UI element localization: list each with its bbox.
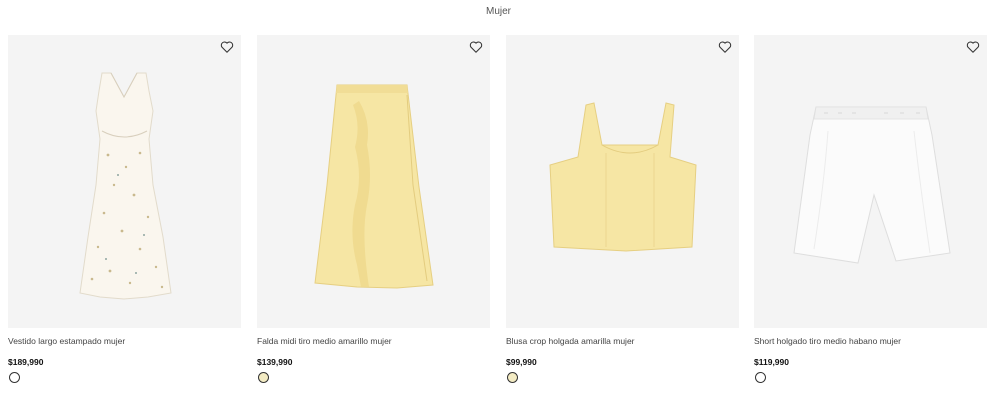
product-image[interactable] — [754, 35, 987, 328]
product-name[interactable]: Falda midi tiro medio amarillo mujer — [257, 336, 490, 346]
color-swatch[interactable] — [755, 372, 766, 383]
product-image[interactable] — [506, 35, 739, 328]
product-name[interactable]: Blusa crop holgada amarilla mujer — [506, 336, 739, 346]
color-swatch[interactable] — [258, 372, 269, 383]
product-card[interactable]: Short holgado tiro medio habano mujer $1… — [754, 35, 987, 390]
heart-icon[interactable] — [718, 40, 732, 54]
shorts-image — [793, 106, 951, 264]
product-price: $99,990 — [506, 357, 537, 367]
skirt-image — [314, 84, 434, 289]
heart-icon[interactable] — [469, 40, 483, 54]
category-title: Mujer — [485, 6, 511, 17]
heart-icon[interactable] — [220, 40, 234, 54]
product-name[interactable]: Short holgado tiro medio habano mujer — [754, 336, 987, 346]
product-price: $119,990 — [754, 357, 789, 367]
color-swatch[interactable] — [507, 372, 518, 383]
product-card[interactable]: Falda midi tiro medio amarillo mujer $13… — [257, 35, 490, 390]
dress-image — [79, 72, 172, 300]
product-card[interactable]: Blusa crop holgada amarilla mujer $99,99… — [506, 35, 739, 390]
color-swatch[interactable] — [9, 372, 20, 383]
product-image[interactable] — [8, 35, 241, 328]
product-image[interactable] — [257, 35, 490, 328]
blouse-image — [549, 102, 697, 252]
product-price: $139,990 — [257, 357, 293, 367]
product-card[interactable]: Vestido largo estampado mujer $189,990 — [8, 35, 241, 390]
product-price: $189,990 — [8, 357, 44, 367]
product-name[interactable]: Vestido largo estampado mujer — [8, 336, 241, 346]
product-grid: Vestido largo estampado mujer $189,990 F… — [8, 35, 991, 395]
heart-icon[interactable] — [966, 40, 980, 54]
